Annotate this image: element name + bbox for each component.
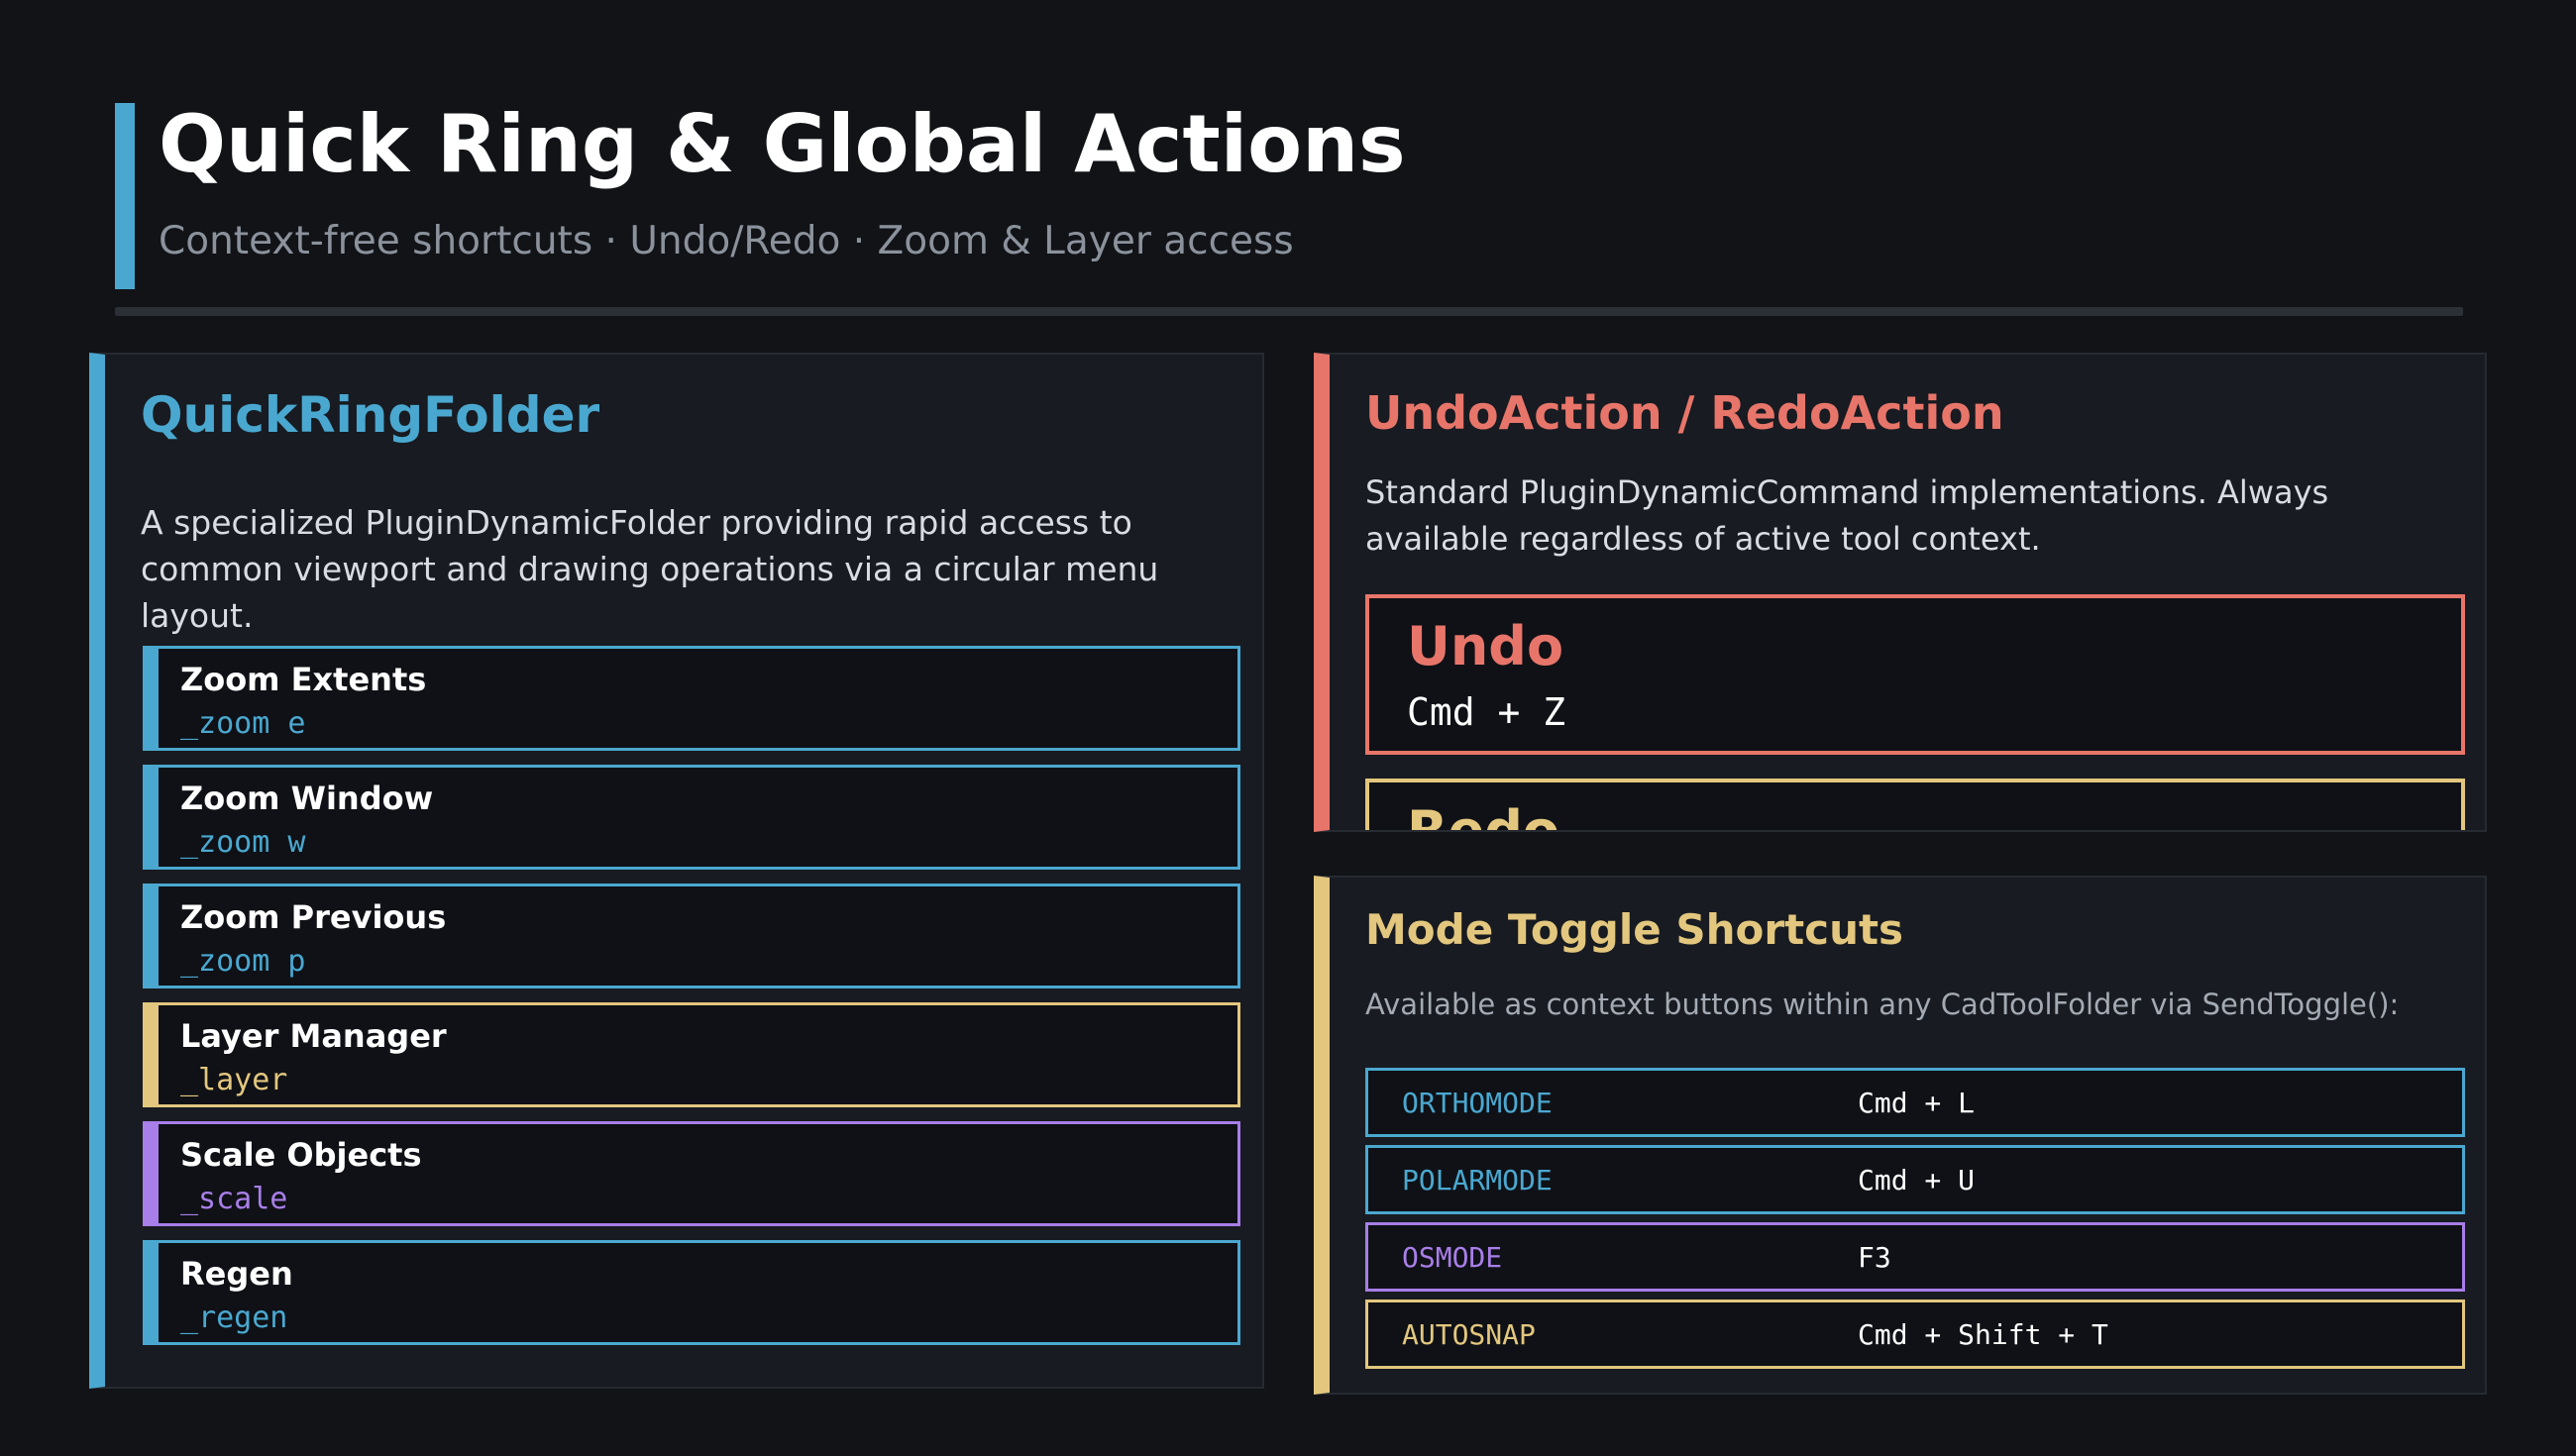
- ring-item-scale-objects[interactable]: Scale Objects _scale: [143, 1121, 1240, 1226]
- mode-toggle-title: Mode Toggle Shortcuts: [1365, 905, 1904, 954]
- ring-item-command: _zoom p: [180, 944, 306, 979]
- header-divider: [115, 307, 2463, 316]
- toggle-row-autosnap[interactable]: AUTOSNAP Cmd + Shift + T: [1365, 1300, 2465, 1369]
- page-subtitle: Context-free shortcuts · Undo/Redo · Zoo…: [159, 219, 1294, 263]
- toggle-name: AUTOSNAP: [1402, 1318, 1536, 1351]
- toggle-row-orthomode[interactable]: ORTHOMODE Cmd + L: [1365, 1068, 2465, 1137]
- ring-item-command: _layer: [180, 1063, 288, 1097]
- ring-item-command: _zoom w: [180, 825, 306, 860]
- ring-item-zoom-previous[interactable]: Zoom Previous _zoom p: [143, 884, 1240, 988]
- ring-item-command: _zoom e: [180, 706, 306, 741]
- page-title: Quick Ring & Global Actions: [159, 98, 1406, 190]
- toggle-name: POLARMODE: [1402, 1164, 1553, 1196]
- ring-item-command: _regen: [180, 1300, 288, 1335]
- ring-item-regen[interactable]: Regen _regen: [143, 1240, 1240, 1345]
- ring-item-name: Zoom Previous: [180, 898, 447, 936]
- ring-item-name: Regen: [180, 1255, 293, 1293]
- quick-ring-panel: QuickRingFolder A specialized PluginDyna…: [89, 353, 1264, 1389]
- quick-ring-description: A specialized PluginDynamicFolder provid…: [141, 503, 1159, 635]
- undo-action-name: Undo: [1407, 615, 1564, 677]
- mode-toggle-description: Available as context buttons within any …: [1365, 988, 2400, 1021]
- ring-item-name: Layer Manager: [180, 1017, 447, 1055]
- toggle-row-polarmode[interactable]: POLARMODE Cmd + U: [1365, 1145, 2465, 1214]
- undo-redo-description: Standard PluginDynamicCommand implementa…: [1365, 473, 2329, 558]
- toggle-shortcut: Cmd + L: [1858, 1087, 1976, 1119]
- ring-item-name: Zoom Extents: [180, 661, 427, 698]
- toggle-shortcut: Cmd + U: [1858, 1164, 1976, 1196]
- ring-item-zoom-window[interactable]: Zoom Window _zoom w: [143, 765, 1240, 870]
- toggle-shortcut: F3: [1858, 1241, 1891, 1274]
- toggle-row-osmode[interactable]: OSMODE F3: [1365, 1222, 2465, 1292]
- undo-redo-panel: UndoAction / RedoAction Standard PluginD…: [1314, 353, 2487, 832]
- undo-action-card[interactable]: Undo Cmd + Z: [1365, 594, 2465, 755]
- toggle-name: OSMODE: [1402, 1241, 1503, 1274]
- ring-item-zoom-extents[interactable]: Zoom Extents _zoom e: [143, 646, 1240, 751]
- mode-toggle-panel: Mode Toggle Shortcuts Available as conte…: [1314, 876, 2487, 1395]
- toggle-name: ORTHOMODE: [1402, 1087, 1553, 1119]
- undo-redo-title: UndoAction / RedoAction: [1365, 386, 2004, 440]
- ring-item-name: Scale Objects: [180, 1136, 422, 1174]
- undo-shortcut: Cmd + Z: [1407, 690, 1566, 734]
- ring-item-command: _scale: [180, 1182, 288, 1216]
- quick-ring-title: QuickRingFolder: [141, 386, 600, 444]
- ring-item-name: Zoom Window: [180, 780, 434, 817]
- page-header: Quick Ring & Global Actions Context-free…: [115, 103, 2463, 289]
- redo-action-card[interactable]: Redo: [1365, 779, 2465, 832]
- ring-item-layer-manager[interactable]: Layer Manager _layer: [143, 1002, 1240, 1107]
- toggle-shortcut: Cmd + Shift + T: [1858, 1318, 2108, 1351]
- redo-action-name: Redo: [1407, 799, 1559, 832]
